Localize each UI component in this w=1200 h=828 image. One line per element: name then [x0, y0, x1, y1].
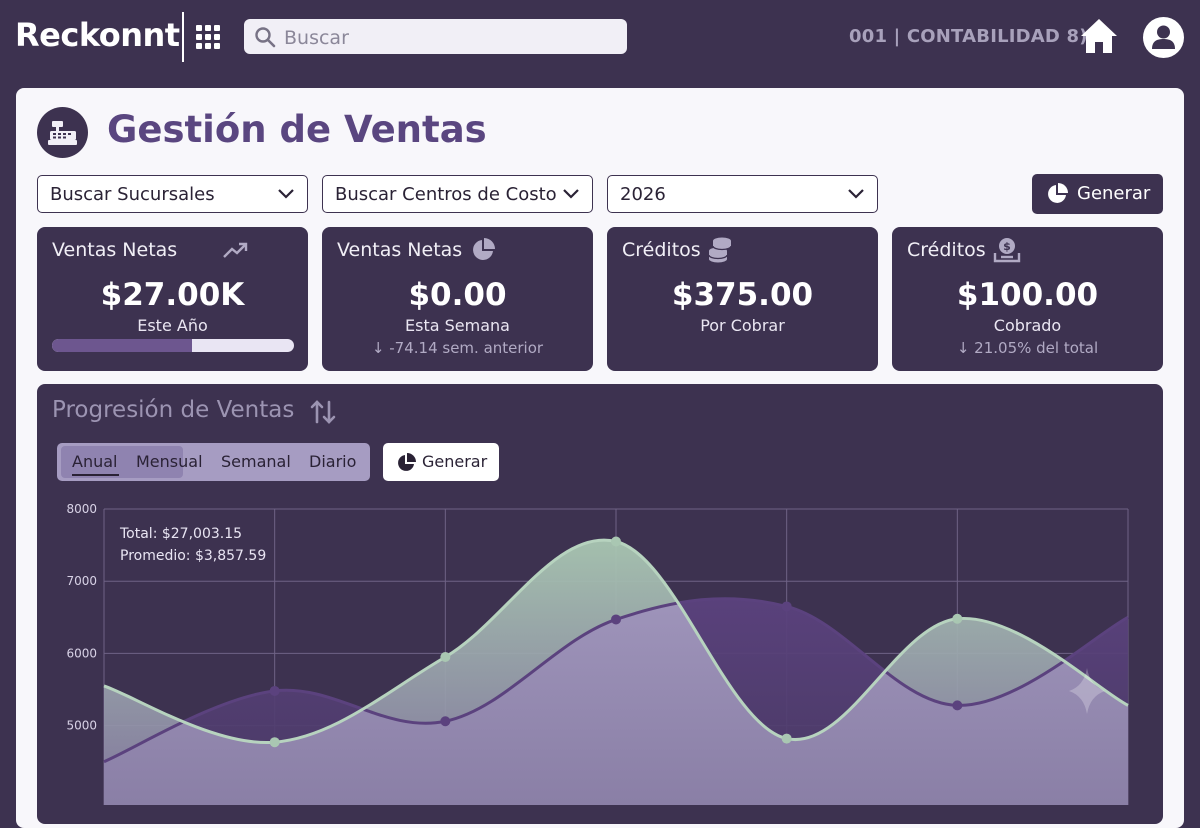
- coins-icon: [708, 237, 732, 263]
- kpi-subtitle: Cobrado: [993, 316, 1062, 335]
- pie-chart-icon: [398, 453, 416, 471]
- svg-text:$: $: [1003, 240, 1011, 253]
- home-icon[interactable]: [1079, 17, 1119, 55]
- branches-select[interactable]: Buscar Sucursales: [37, 175, 308, 213]
- series-2-point[interactable]: [952, 700, 963, 711]
- y-tick-label: 5000: [66, 719, 97, 733]
- top-bar: Reckonnt 001 | CONTABILIDAD 8): [0, 0, 1200, 74]
- tab-monthly[interactable]: Mensual: [136, 452, 203, 471]
- chevron-down-icon: [563, 189, 579, 199]
- year-select-label: 2026: [620, 184, 666, 205]
- chart-areas: [104, 540, 1128, 805]
- pie-chart-icon: [473, 238, 495, 260]
- search-input[interactable]: [282, 19, 616, 56]
- kpi-card-credits-collected: Créditos $ $100.00 Cobrado ↓ 21.05% del …: [892, 227, 1163, 371]
- chart-average-label: Promedio: $3,857.59: [120, 548, 266, 564]
- progress-bar-fill: [52, 339, 193, 352]
- kpi-title: Créditos: [622, 239, 701, 261]
- kpi-subtitle: Esta Semana: [405, 316, 510, 335]
- kpi-title: Ventas Netas: [337, 239, 463, 261]
- series-1-point[interactable]: [952, 613, 963, 624]
- cost-centers-select[interactable]: Buscar Centros de Costo: [322, 175, 593, 213]
- series-1-point[interactable]: [440, 652, 451, 663]
- y-tick-label: 6000: [66, 646, 97, 660]
- chart-title: Progresión de Ventas: [52, 397, 295, 423]
- chevron-down-icon: [848, 189, 864, 199]
- kpi-card-net-sales-week: Ventas Netas $0.00 Esta Semana ↓ -74.14 …: [322, 227, 593, 371]
- trending-up-icon: [223, 242, 248, 258]
- kpi-value: $0.00: [408, 277, 507, 313]
- series-2-point[interactable]: [781, 601, 792, 612]
- kpi-subtitle: Este Año: [137, 316, 208, 335]
- kpi-comparison-note: ↓ -74.14 sem. anterior: [371, 339, 544, 357]
- tab-annual[interactable]: Anual: [72, 452, 117, 471]
- kpi-comparison-note: ↓ 21.05% del total: [956, 339, 1099, 357]
- y-tick-label: 7000: [66, 574, 97, 588]
- y-tick-label: 8000: [66, 502, 97, 516]
- branches-select-label: Buscar Sucursales: [50, 184, 215, 205]
- kpi-card-credits-receivable: Créditos $375.00 Por Cobrar: [607, 227, 878, 371]
- chart-generate-button[interactable]: Generar: [383, 443, 499, 481]
- chart-total-label: Total: $27,003.15: [119, 526, 242, 542]
- kpi-value: $375.00: [671, 277, 814, 313]
- kpi-title: Créditos: [907, 239, 986, 261]
- kpi-title: Ventas Netas: [52, 239, 178, 261]
- progress-bar: [52, 339, 294, 352]
- tab-weekly[interactable]: Semanal: [221, 452, 291, 471]
- year-select[interactable]: 2026: [607, 175, 878, 213]
- search-box[interactable]: [244, 19, 627, 56]
- logo[interactable]: Reckonnt: [15, 16, 180, 54]
- chart-generate-button-label: Generar: [422, 452, 488, 471]
- series-1-point[interactable]: [611, 536, 621, 547]
- user-avatar[interactable]: [1143, 17, 1184, 58]
- kpi-value: $100.00: [956, 277, 1099, 313]
- chevron-down-icon: [278, 189, 294, 199]
- logo-divider: [182, 12, 184, 62]
- sales-progression-chart: 5000 6000 7000 8000 Total: $27,003.15 Prome…: [66, 502, 1129, 805]
- series-2-point[interactable]: [269, 685, 280, 696]
- page-title: Gestión de Ventas: [107, 108, 487, 151]
- kpi-card-net-sales-year: Ventas Netas $27.00K Este Año: [37, 227, 308, 371]
- cash-register-icon: [37, 107, 88, 158]
- series-2-point[interactable]: [611, 614, 621, 625]
- pie-chart-icon: [1048, 183, 1068, 203]
- chart-y-ticks: 5000 6000 7000 8000: [66, 502, 97, 733]
- apps-grid-icon[interactable]: [195, 24, 221, 50]
- generate-button-label: Generar: [1077, 183, 1151, 204]
- company-selector[interactable]: 001 | CONTABILIDAD 8): [849, 26, 1088, 47]
- user-icon: [1152, 25, 1175, 49]
- kpi-subtitle: Por Cobrar: [700, 316, 785, 335]
- cost-centers-select-label: Buscar Centros de Costo: [335, 184, 557, 205]
- active-tab-underline: [72, 474, 119, 476]
- series-2-point[interactable]: [440, 716, 451, 727]
- money-inbox-icon: $: [993, 238, 1021, 263]
- generate-button[interactable]: Generar: [1032, 174, 1163, 214]
- kpi-value: $27.00K: [100, 277, 245, 313]
- sort-arrows-icon[interactable]: [310, 399, 336, 425]
- search-icon: [255, 27, 276, 48]
- series-1-point[interactable]: [269, 737, 280, 748]
- tab-daily[interactable]: Diario: [309, 452, 356, 471]
- series-1-point[interactable]: [781, 733, 792, 744]
